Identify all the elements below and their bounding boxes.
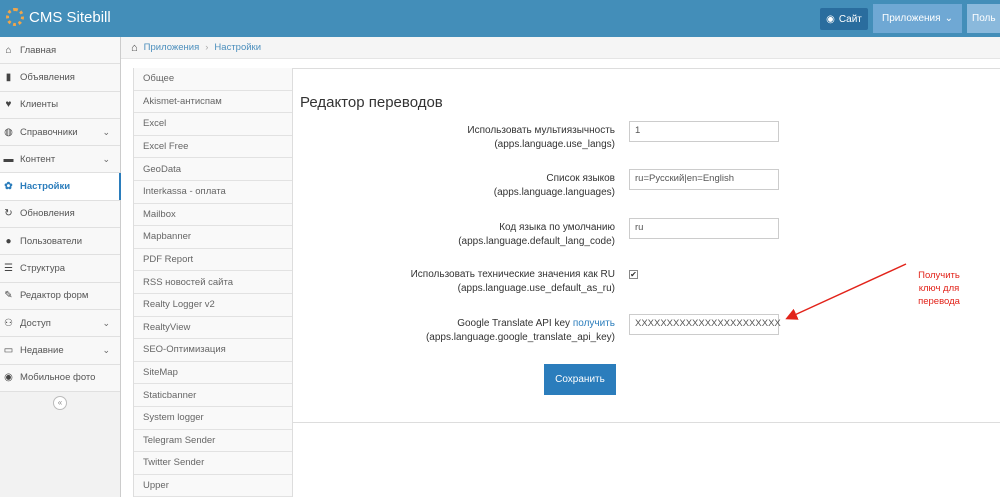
annotation-text: Получить ключ для перевода bbox=[918, 270, 960, 307]
annotation-arrow bbox=[785, 263, 907, 320]
